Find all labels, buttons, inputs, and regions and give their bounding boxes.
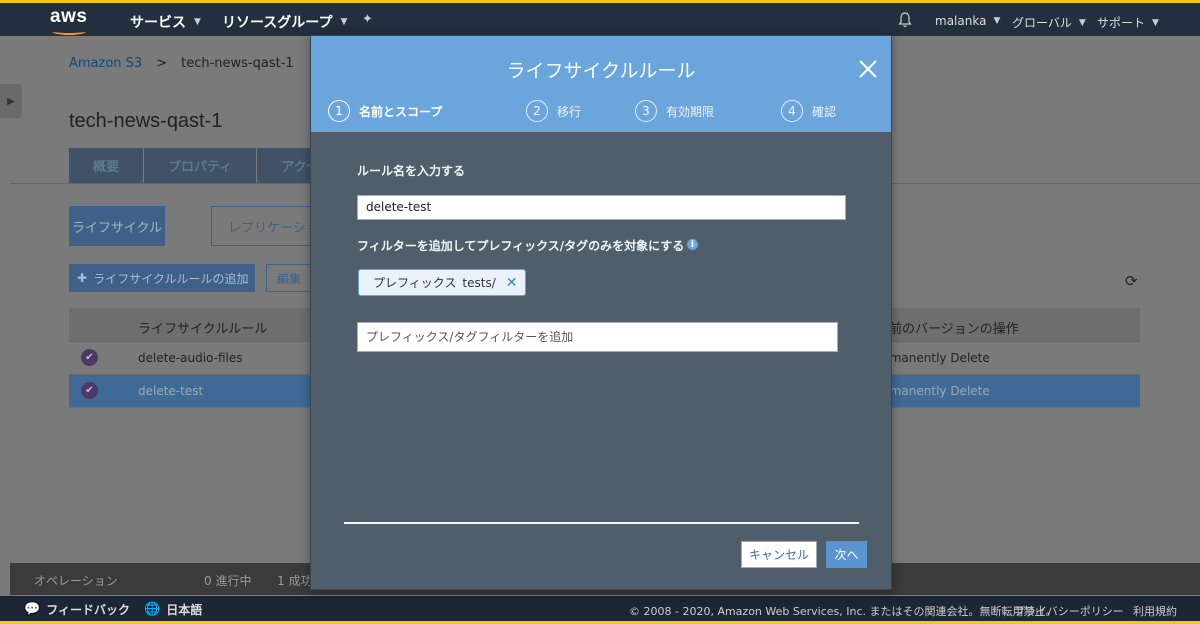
step-number: 3 (635, 100, 657, 122)
language-label: 日本語 (166, 603, 203, 617)
filter-label: フィルターを追加してプレフィックス/タグのみを対象にする (357, 239, 685, 253)
step-number: 2 (526, 100, 548, 122)
rule-name-cell: delete-test (138, 384, 204, 398)
step-label: 有効期限 (666, 104, 715, 119)
rule-name-cell: delete-audio-files (138, 351, 243, 365)
breadcrumb-amazon-s3[interactable]: Amazon S3 (69, 56, 142, 71)
top-navigation-bar: aws サービス ▼ リソースグループ ▼ ✦ malanka ▼ グローバル … (0, 0, 1200, 36)
operations-label[interactable]: オペレーション (34, 572, 118, 589)
user-menu[interactable]: malanka ▼ (935, 14, 1000, 28)
bucket-tabs: 概要 プロパティ アクセ (69, 148, 345, 183)
step-name-and-scope[interactable]: 1 名前とスコープ (328, 100, 442, 122)
terms-link[interactable]: 利用規約 (1133, 603, 1177, 619)
resource-groups-label: リソースグループ (222, 15, 333, 31)
remove-tag-icon[interactable]: ✕ (506, 275, 518, 291)
speech-bubble-icon: 💬 (24, 602, 41, 617)
cancel-button[interactable]: キャンセル (741, 541, 817, 568)
user-name: malanka (935, 14, 987, 28)
rule-action-cell: rmanently Delete (885, 351, 990, 365)
aws-smile-icon (52, 28, 86, 35)
aws-logo[interactable]: aws (50, 6, 87, 28)
lifecycle-rule-modal: ライフサイクルルール 1 名前とスコープ 2 移行 3 有効期限 4 確認 ルー… (310, 35, 892, 590)
refresh-icon[interactable]: ⟳ (1125, 272, 1138, 290)
resource-groups-menu[interactable]: リソースグループ ▼ (222, 12, 347, 32)
next-button[interactable]: 次へ (826, 541, 867, 568)
chevron-down-icon: ▼ (1078, 17, 1086, 28)
services-menu[interactable]: サービス ▼ (130, 12, 201, 32)
tag-key: プレフィックス (373, 276, 457, 290)
language-selector[interactable]: 🌐 日本語 (144, 601, 202, 618)
pushpin-icon[interactable]: ✦ (362, 12, 373, 27)
support-label: サポート (1097, 16, 1146, 30)
privacy-link[interactable]: プライバシーポリシー (1014, 603, 1124, 619)
chevron-down-icon: ▼ (340, 17, 348, 27)
add-lifecycle-rule-label: ライフサイクルルールの追加 (93, 271, 249, 286)
tab-overview[interactable]: 概要 (69, 148, 145, 183)
feedback-link[interactable]: 💬 フィードバック (24, 601, 130, 618)
rule-action-cell: rmanently Delete (885, 384, 990, 398)
globe-icon: 🌐 (144, 602, 161, 617)
services-label: サービス (130, 15, 186, 31)
footer: 💬 フィードバック 🌐 日本語 © 2008 - 2020, Amazon We… (0, 596, 1200, 624)
region-menu[interactable]: グローバル ▼ (1012, 14, 1086, 31)
chevron-right-icon: ▶ (7, 95, 15, 107)
plus-icon: ✚ (77, 271, 88, 285)
chevron-down-icon: ▼ (1152, 17, 1159, 28)
step-label: 確認 (812, 104, 837, 119)
breadcrumb-separator: > (156, 56, 168, 71)
copyright-text: © 2008 - 2020, Amazon Web Services, Inc.… (629, 605, 1057, 618)
edit-button[interactable]: 編集 (266, 264, 312, 292)
modal-header: ライフサイクルルール 1 名前とスコープ 2 移行 3 有効期限 4 確認 (311, 36, 891, 132)
info-icon[interactable]: i (687, 239, 698, 250)
chevron-down-icon: ▼ (194, 17, 201, 27)
column-header-noncurrent: 前のバージョンの操作 (889, 322, 1019, 337)
region-label: グローバル (1012, 16, 1072, 30)
rule-name-input[interactable]: delete-test (357, 195, 846, 220)
modal-title: ライフサイクルルール (506, 60, 696, 82)
step-label: 移行 (557, 104, 582, 119)
bell-icon[interactable] (898, 12, 912, 28)
add-lifecycle-rule-button[interactable]: ✚ ライフサイクルルールの追加 (69, 264, 255, 292)
modal-footer-divider (344, 522, 859, 524)
prefix-tag-filter-input[interactable]: プレフィックス/タグフィルターを追加 (357, 322, 838, 352)
close-icon[interactable] (857, 58, 879, 80)
step-number: 4 (781, 100, 803, 122)
in-progress-count: 0 進行中 (204, 574, 252, 588)
support-menu[interactable]: サポート ▼ (1097, 14, 1159, 31)
rule-name-label: ルール名を入力する (357, 164, 466, 178)
step-label: 名前とスコープ (359, 104, 443, 119)
sidebar-toggle[interactable]: ▶ (0, 84, 22, 118)
page-title: tech-news-qast-1 (69, 110, 223, 132)
feedback-label: フィードバック (46, 603, 130, 617)
step-number: 1 (328, 100, 350, 122)
breadcrumb-current: tech-news-qast-1 (181, 56, 294, 71)
column-header-rule: ライフサイクルルール (138, 322, 268, 337)
prefix-filter-tag: プレフィックス tests/ ✕ (358, 269, 527, 296)
subtab-replication[interactable]: レプリケーショ (211, 206, 321, 246)
step-expiration[interactable]: 3 有効期限 (635, 100, 714, 122)
check-circle-icon[interactable]: ✔ (81, 382, 98, 399)
step-review[interactable]: 4 確認 (781, 100, 836, 122)
step-transitions[interactable]: 2 移行 (526, 100, 581, 122)
tab-properties[interactable]: プロパティ (144, 148, 258, 183)
breadcrumb: Amazon S3 > tech-news-qast-1 (69, 56, 294, 71)
success-count: 1 成功 (277, 574, 313, 588)
tag-value: tests/ (462, 275, 496, 290)
subtab-lifecycle[interactable]: ライフサイクル (69, 206, 165, 246)
check-circle-icon[interactable]: ✔ (81, 349, 98, 366)
chevron-down-icon: ▼ (993, 16, 1001, 26)
